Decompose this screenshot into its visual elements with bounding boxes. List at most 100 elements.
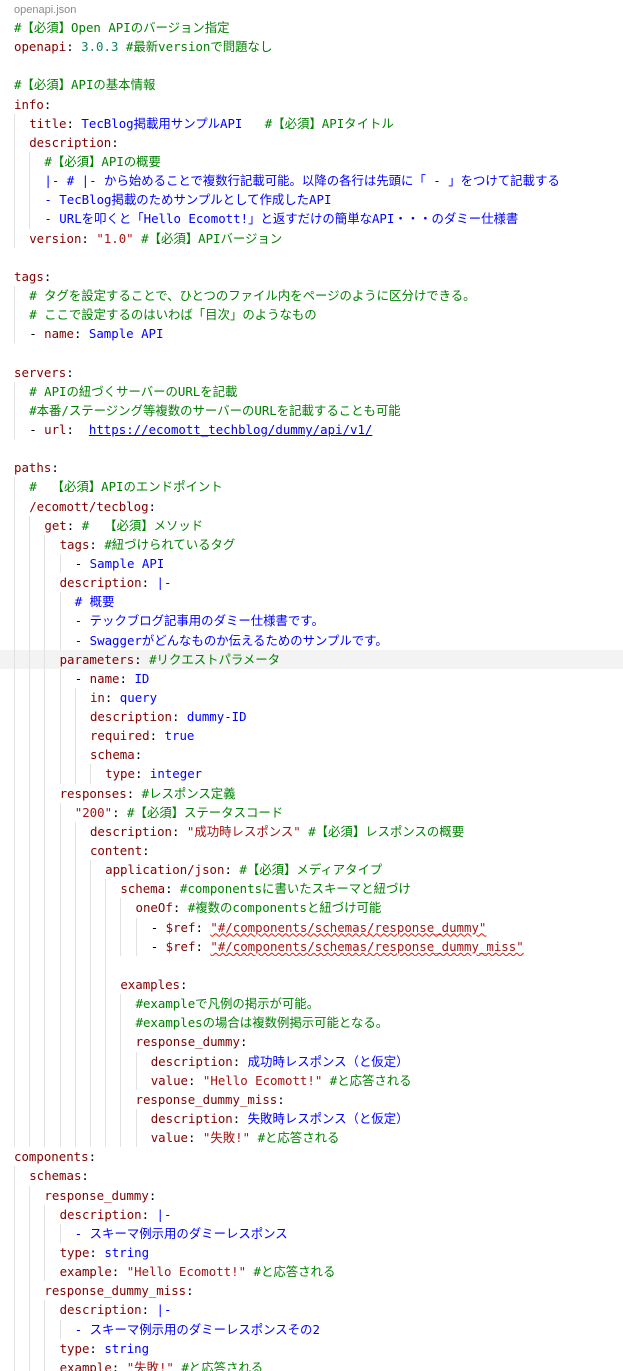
- indent-guide: [44, 553, 59, 574]
- code-line[interactable]: type: string: [0, 1243, 623, 1263]
- code-line[interactable]: - スキーマ例示用のダミーレスポンスその2: [0, 1319, 623, 1339]
- indent-guide: [14, 534, 29, 554]
- code-token: description: [150, 1111, 233, 1127]
- indent-guide: [29, 898, 44, 918]
- code-line[interactable]: # タグを設定することで、ひとつのファイル内をページのように区分けできる。: [0, 285, 623, 306]
- code-line[interactable]: - $ref: "#/components/schemas/response_d…: [0, 936, 623, 956]
- code-line[interactable]: title: TecBlog掲載用サンプルAPI #【必須】APIタイトル: [0, 113, 623, 133]
- indent-guide: [29, 1281, 44, 1301]
- code-line[interactable]: application/json: #【必須】メディアタイプ: [0, 860, 623, 880]
- code-line[interactable]: #【必須】APIの基本情報: [0, 75, 623, 94]
- code-line[interactable]: description: |-: [0, 1300, 623, 1320]
- code-line[interactable]: "200": #【必須】ステータスコード: [0, 802, 623, 822]
- code-line[interactable]: description:: [0, 132, 623, 152]
- code-line[interactable]: - $ref: "#/components/schemas/response_d…: [0, 917, 623, 937]
- code-line[interactable]: #【必須】Open APIのバージョン指定: [0, 18, 623, 37]
- code-line[interactable]: version: "1.0" #【必須】APIバージョン: [0, 228, 623, 248]
- code-line[interactable]: get: # 【必須】メソッド: [0, 515, 623, 535]
- code-line[interactable]: - TecBlog掲載のためサンプルとして作成したAPI: [0, 190, 623, 210]
- code-line[interactable]: #examplesの場合は複数例掲示可能となる。: [0, 1013, 623, 1033]
- indent-guide: [44, 1204, 59, 1224]
- code-editor[interactable]: openapi.json #【必須】Open APIのバージョン指定 openap…: [0, 0, 623, 1371]
- code-line[interactable]: [0, 343, 623, 362]
- code-token: #exampleで凡例の掲示が可能。: [135, 996, 320, 1012]
- code-token: string: [104, 1245, 150, 1260]
- code-line[interactable]: schema:: [0, 745, 623, 765]
- code-line[interactable]: oneOf: #複数のcomponentsと紐づけ可能: [0, 898, 623, 918]
- code-line[interactable]: - name: ID: [0, 668, 623, 688]
- code-line[interactable]: response_dummy:: [0, 1185, 623, 1205]
- code-line[interactable]: tags:: [0, 267, 623, 286]
- code-line[interactable]: components:: [0, 1147, 623, 1166]
- indent-guide: [29, 190, 44, 210]
- indent-guide: [29, 1070, 44, 1090]
- indent-guide: [14, 1013, 29, 1033]
- code-line[interactable]: required: true: [0, 726, 623, 746]
- indent-guide: [44, 821, 59, 842]
- code-line[interactable]: response_dummy:: [0, 1032, 623, 1052]
- indent-guide: [29, 802, 44, 822]
- code-link[interactable]: https://ecomott_techblog/dummy/api/v1/: [89, 422, 372, 437]
- code-line[interactable]: [0, 248, 623, 267]
- code-line[interactable]: value: "Hello Ecomott!" #と応答される: [0, 1070, 623, 1090]
- code-line[interactable]: openapi: 3.0.3 #最新versionで問題なし: [0, 37, 623, 56]
- code-token: ID: [134, 670, 150, 686]
- code-line[interactable]: #【必須】APIの概要: [0, 151, 623, 172]
- code-line[interactable]: - スキーマ例示用のダミーレスポンス: [0, 1223, 623, 1243]
- indent-guide: [14, 324, 29, 344]
- code-line[interactable]: #exampleで凡例の掲示が可能。: [0, 994, 623, 1014]
- indent-guide: [14, 898, 29, 918]
- code-line[interactable]: paths:: [0, 458, 623, 477]
- code-line[interactable]: # 概要: [0, 592, 623, 612]
- file-tab[interactable]: openapi.json: [14, 4, 76, 16]
- code-line[interactable]: #本番/ステージング等複数のサーバーのURLを記載することも可能: [0, 400, 623, 420]
- code-line[interactable]: info:: [0, 95, 623, 114]
- indent-guide: [14, 649, 29, 669]
- code-line[interactable]: - name: Sample API: [0, 324, 623, 344]
- code-line[interactable]: type: string: [0, 1338, 623, 1358]
- code-line[interactable]: response_dummy_miss:: [0, 1281, 623, 1301]
- code-line[interactable]: - Sample API: [0, 553, 623, 574]
- code-line[interactable]: description: dummy-ID: [0, 707, 623, 727]
- code-line[interactable]: - Swaggerがどんなものか伝えるためのサンプルです。: [0, 630, 623, 650]
- code-token: :: [232, 1053, 248, 1069]
- code-line[interactable]: tags: #紐づけられているタグ: [0, 534, 623, 554]
- code-line[interactable]: description: |-: [0, 573, 623, 593]
- code-token: paths: [14, 460, 52, 476]
- code-line[interactable]: value: "失敗!" #と応答される: [0, 1128, 623, 1148]
- code-line[interactable]: - url: https://ecomott_techblog/dummy/ap…: [0, 419, 623, 440]
- code-line[interactable]: response_dummy_miss:: [0, 1089, 623, 1110]
- code-token: example: [59, 1359, 112, 1371]
- code-line[interactable]: - テックブログ記事用のダミー仕様書です。: [0, 611, 623, 631]
- code-line[interactable]: example: "失敗!" #と応答される: [0, 1357, 623, 1371]
- code-line[interactable]: servers:: [0, 363, 623, 382]
- code-line[interactable]: responses: #レスポンス定義: [0, 783, 623, 803]
- code-line[interactable]: [0, 955, 623, 976]
- code-line[interactable]: # APIの紐づくサーバーのURLを記載: [0, 381, 623, 401]
- code-line[interactable]: # ここで設定するのはいわば「目次」のようなもの: [0, 305, 623, 325]
- code-token: "#/components/schemas/response_dummy": [210, 919, 487, 935]
- code-token: :: [165, 881, 180, 897]
- code-line[interactable]: - URLを叩くと「Hello Ecomott!」と返すだけの簡単なAPI・・・…: [0, 209, 623, 229]
- code-line[interactable]: [0, 439, 623, 458]
- code-line[interactable]: # 【必須】APIのエンドポイント: [0, 477, 623, 497]
- code-line[interactable]: description: "成功時レスポンス" #【必須】レスポンスの概要: [0, 821, 623, 842]
- code-line[interactable]: example: "Hello Ecomott!" #と応答される: [0, 1262, 623, 1282]
- code-line[interactable]: description: |-: [0, 1204, 623, 1224]
- code-line[interactable]: in: query: [0, 687, 623, 708]
- code-line[interactable]: [0, 56, 623, 75]
- code-line[interactable]: schemas:: [0, 1166, 623, 1186]
- code-area[interactable]: #【必須】Open APIのバージョン指定 openapi: 3.0.3 #最新v…: [0, 18, 623, 1371]
- code-line[interactable]: type: integer: [0, 764, 623, 784]
- code-line[interactable]: parameters: #リクエストパラメータ: [0, 649, 623, 669]
- code-line[interactable]: |- # |- から始めることで複数行記載可能。以降の各行は先頭に「 - 」をつ…: [0, 171, 623, 191]
- code-line[interactable]: content:: [0, 841, 623, 861]
- code-line[interactable]: examples:: [0, 975, 623, 995]
- code-line[interactable]: description: 失敗時レスポンス（と仮定）: [0, 1109, 623, 1129]
- code-token: name: [89, 670, 120, 686]
- indent-guide: [74, 1013, 90, 1033]
- code-token: :: [172, 823, 187, 839]
- code-line[interactable]: description: 成功時レスポンス（と仮定）: [0, 1051, 623, 1071]
- code-line[interactable]: schema: #componentsに書いたスキーマと紐づけ: [0, 879, 623, 899]
- code-line[interactable]: /ecomott/tecblog:: [0, 496, 623, 516]
